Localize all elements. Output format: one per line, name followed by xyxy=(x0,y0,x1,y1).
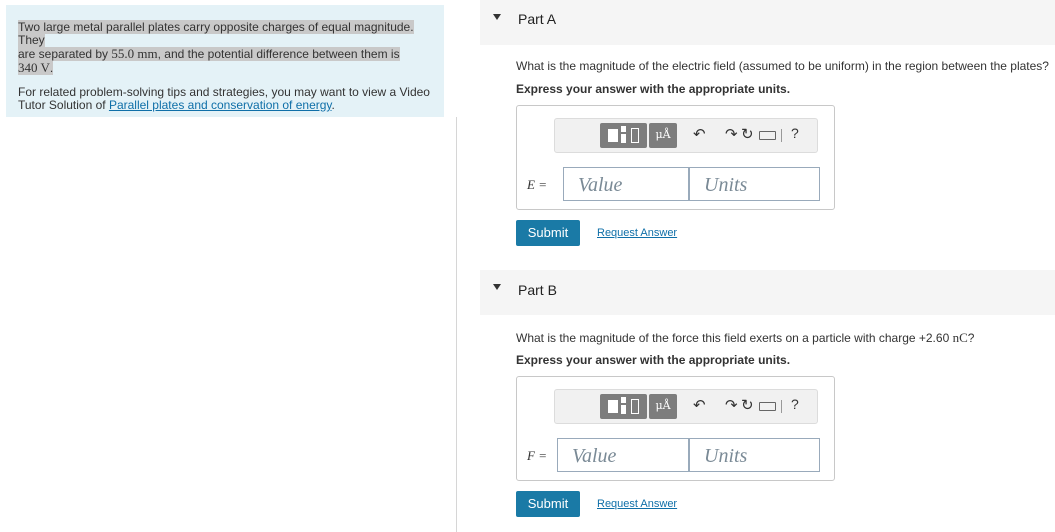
part-b-title: Part B xyxy=(518,282,557,298)
part-a-title: Part A xyxy=(518,11,557,27)
problem-intro-panel: Two large metal parallel plates carry op… xyxy=(6,5,444,117)
part-a-math-toolbar: μÅ ↶ ↷ ↻ ? xyxy=(554,118,818,153)
intro-line-3-end: . xyxy=(49,61,54,75)
tip-line-1: For related problem-solving tips and str… xyxy=(18,85,430,99)
tip-text: For related problem-solving tips and str… xyxy=(18,86,434,112)
part-b-question-end: ? xyxy=(967,331,975,345)
part-a-question: What is the magnitude of the electric fi… xyxy=(516,59,1049,73)
templates-button[interactable] xyxy=(600,123,647,148)
part-a-request-answer-link[interactable]: Request Answer xyxy=(597,227,677,239)
part-b-header[interactable]: Part B xyxy=(480,270,1055,315)
collapse-triangle-icon[interactable] xyxy=(493,284,501,290)
units-symbols-button[interactable]: μÅ xyxy=(649,394,677,419)
part-b-submit-button[interactable]: Submit xyxy=(516,491,580,517)
charge-unit: nC xyxy=(952,330,968,345)
part-b-request-answer-link[interactable]: Request Answer xyxy=(597,498,677,510)
part-b-variable-label: F = xyxy=(527,448,547,464)
part-b-units-input[interactable]: Units xyxy=(689,438,820,472)
part-a-variable-label: E = xyxy=(527,177,547,193)
undo-icon[interactable]: ↶ xyxy=(693,396,706,414)
part-a-submit-button[interactable]: Submit xyxy=(516,220,580,246)
problem-statement: Two large metal parallel plates carry op… xyxy=(18,20,434,75)
keyboard-icon[interactable] xyxy=(759,402,776,411)
toolbar-separator xyxy=(781,129,782,142)
keyboard-icon[interactable] xyxy=(759,131,776,140)
help-icon[interactable]: ? xyxy=(791,396,799,412)
tip-line-2: Tutor Solution of xyxy=(18,98,109,112)
redo-icon[interactable]: ↷ xyxy=(725,396,738,414)
potential-difference-value: 340 V xyxy=(18,60,50,75)
help-icon[interactable]: ? xyxy=(791,125,799,141)
redo-icon[interactable]: ↷ xyxy=(725,125,738,143)
intro-line-2a: are separated by xyxy=(18,47,112,61)
reset-icon[interactable]: ↻ xyxy=(741,396,754,414)
collapse-triangle-icon[interactable] xyxy=(493,14,501,20)
undo-icon[interactable]: ↶ xyxy=(693,125,706,143)
video-tutor-link[interactable]: Parallel plates and conservation of ener… xyxy=(109,98,332,112)
part-a-variable: E = xyxy=(527,177,547,192)
reset-icon[interactable]: ↻ xyxy=(741,125,754,143)
part-a-value-input[interactable]: Value xyxy=(563,167,689,201)
part-b-variable: F = xyxy=(527,448,547,463)
part-b-math-toolbar: μÅ ↶ ↷ ↻ ? xyxy=(554,389,818,424)
units-symbols-button[interactable]: μÅ xyxy=(649,123,677,148)
column-divider xyxy=(456,117,457,532)
part-b-express: Express your answer with the appropriate… xyxy=(516,353,791,367)
toolbar-separator xyxy=(781,400,782,413)
intro-line-2b: , and the potential difference between t… xyxy=(157,47,400,61)
intro-line-1: Two large metal parallel plates carry op… xyxy=(18,20,414,47)
part-b-question: What is the magnitude of the force this … xyxy=(516,330,974,346)
template-icon xyxy=(608,400,618,413)
tip-end: . xyxy=(331,98,335,112)
part-a-answer-box: μÅ ↶ ↷ ↻ ? E = Value Units xyxy=(516,105,835,210)
part-b-value-input[interactable]: Value xyxy=(557,438,689,472)
templates-button[interactable] xyxy=(600,394,647,419)
template-icon xyxy=(608,129,618,142)
part-b-question-text: What is the magnitude of the force this … xyxy=(516,331,953,345)
separation-value: 55.0 mm xyxy=(111,46,158,61)
part-a-express: Express your answer with the appropriate… xyxy=(516,82,791,96)
part-a-units-input[interactable]: Units xyxy=(689,167,820,201)
part-a-header[interactable]: Part A xyxy=(480,0,1055,45)
part-b-answer-box: μÅ ↶ ↷ ↻ ? F = Value Units xyxy=(516,376,835,481)
